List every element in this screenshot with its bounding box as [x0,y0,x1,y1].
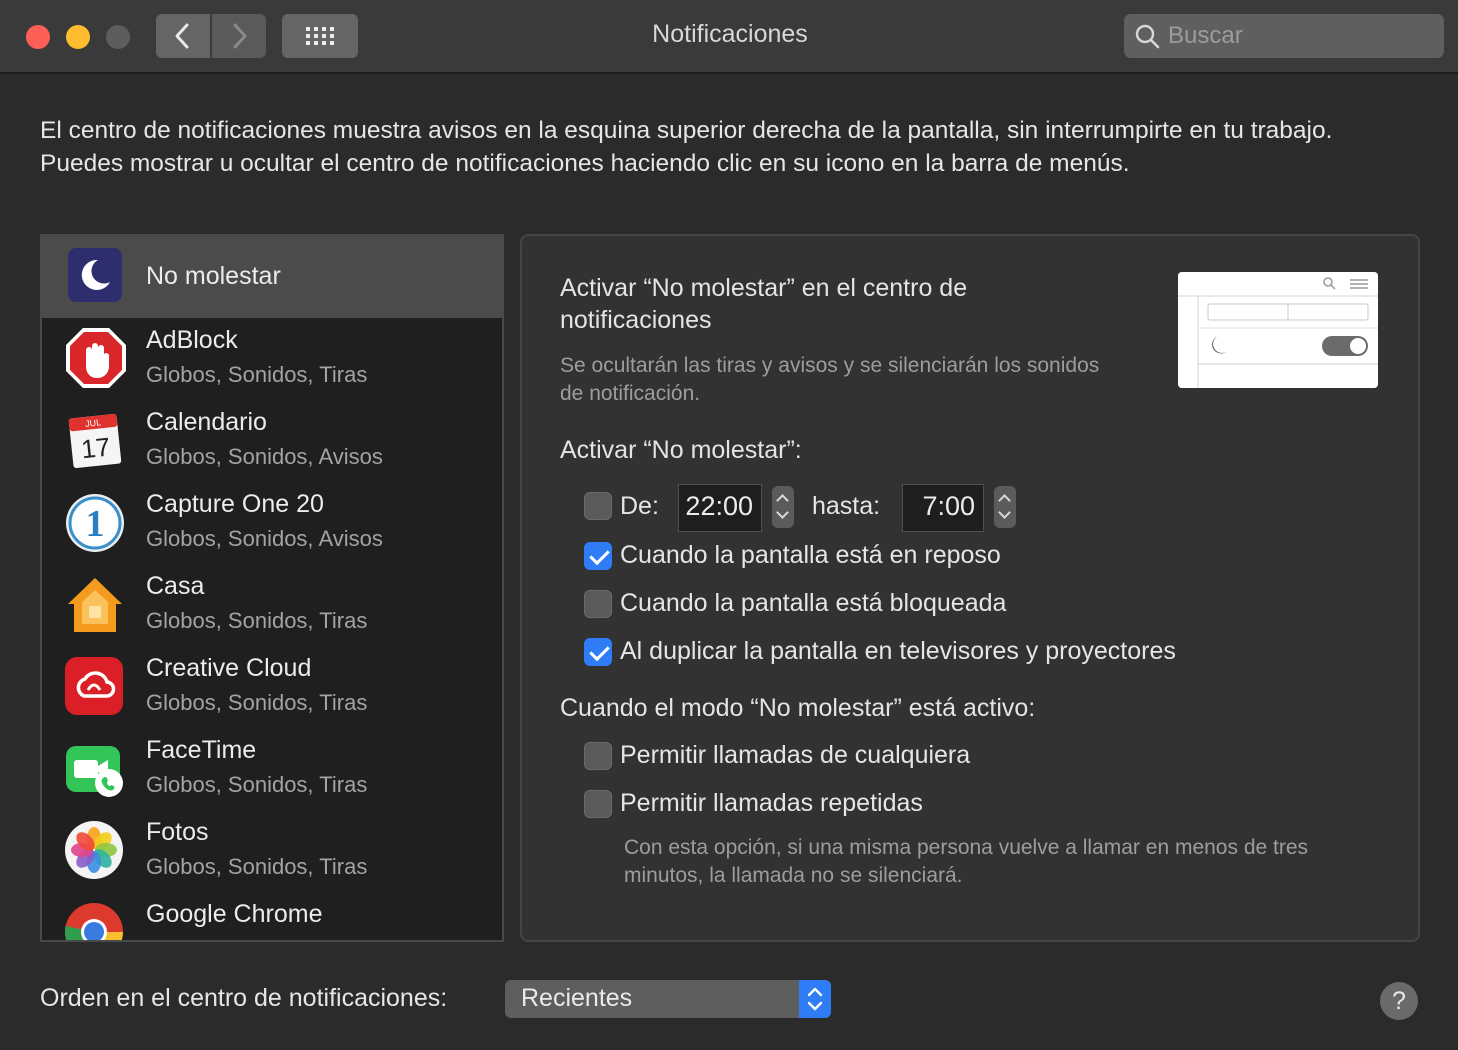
app-name: Google Chrome [146,900,323,928]
do-not-disturb-panel: Activar “No molestar” en el centro de no… [520,234,1420,942]
grid-icon [306,27,334,45]
app-alert-types: Globos, Sonidos, Tiras [146,608,368,633]
chevron-left-icon [175,23,189,49]
app-alert-types: Globos, Sonidos, Avisos [146,444,383,469]
active-mode-title: Cuando el modo “No molestar” está activo… [560,694,1036,722]
list-item-capture-one[interactable]: 1 Capture One 20 Globos, Sonidos, Avisos [42,482,502,564]
app-alert-types: Globos, Sonidos, Tiras [146,690,368,715]
capture-one-glyph: 1 [86,503,105,545]
list-item-casa[interactable]: Casa Globos, Sonidos, Tiras [42,564,502,646]
screen-locked-label: Cuando la pantalla está bloqueada [620,589,1007,617]
screen-sleep-label: Cuando la pantalla está en reposo [620,541,1001,569]
calendar-icon: JUL 17 [64,410,126,472]
list-item-no-molestar[interactable]: No molestar [42,236,502,318]
from-checkbox[interactable] [584,492,612,520]
app-name: Capture One 20 [146,490,324,518]
app-name: AdBlock [146,326,238,354]
search-field[interactable] [1124,14,1444,58]
window-title: Notificaciones [652,20,808,48]
repeated-calls-note: Con esta opción, si una misma persona vu… [624,836,1309,887]
from-time-field[interactable]: 22:00 [678,484,762,532]
order-select-value: Recientes [521,984,633,1012]
adblock-icon [64,326,126,388]
app-alert-types: Globos, Sonidos, Tiras [146,854,368,879]
mirroring-label: Al duplicar la pantalla en televisores y… [620,637,1176,665]
close-button[interactable] [26,25,50,49]
help-button[interactable]: ? [1380,982,1418,1020]
app-name: Fotos [146,818,209,846]
activate-dnd-title: Activar “No molestar” en el centro de no… [560,274,968,334]
notification-center-preview [1178,272,1378,388]
app-name: Calendario [146,408,267,436]
allow-repeated-calls-label: Permitir llamadas repetidas [620,789,923,817]
activate-dnd-note: Se ocultarán las tiras y avisos y se sil… [560,354,1100,405]
app-name: No molestar [146,262,281,290]
schedule-title: Activar “No molestar”: [560,436,802,464]
until-time-field[interactable]: 7:00 [902,484,984,532]
mirroring-checkbox[interactable] [584,638,612,666]
chevron-right-icon [233,23,247,49]
title-bar: Notificaciones [0,0,1458,74]
from-label: De: [620,492,659,520]
chrome-icon [64,902,126,940]
facetime-icon [64,738,126,800]
list-item-calendario[interactable]: JUL 17 Calendario Globos, Sonidos, Aviso… [42,400,502,482]
app-name: Casa [146,572,205,600]
allow-calls-everyone-label: Permitir llamadas de cualquiera [620,741,971,769]
screen-sleep-checkbox[interactable] [584,542,612,570]
show-all-button[interactable] [282,14,358,58]
updown-chevron-icon [799,980,831,1018]
order-select[interactable]: Recientes [505,980,831,1018]
list-item-adblock[interactable]: AdBlock Globos, Sonidos, Tiras [42,318,502,400]
calendar-day: 17 [80,432,112,465]
minimize-button[interactable] [66,25,90,49]
intro-text: El centro de notificaciones muestra avis… [40,117,1333,177]
list-item-fotos[interactable]: Fotos Globos, Sonidos, Tiras [42,810,502,892]
photos-icon [64,820,126,882]
forward-button[interactable] [212,14,266,58]
screen-locked-checkbox[interactable] [584,590,612,618]
until-time-stepper[interactable] [994,486,1016,528]
back-button[interactable] [156,14,210,58]
app-alert-types: Globos, Sonidos, Avisos [146,526,383,551]
capture-one-icon: 1 [64,492,126,554]
list-item-facetime[interactable]: FaceTime Globos, Sonidos, Tiras [42,728,502,810]
list-item-creative-cloud[interactable]: Creative Cloud Globos, Sonidos, Tiras [42,646,502,728]
search-input[interactable] [1168,22,1428,50]
moon-icon [68,248,122,302]
home-icon [64,574,126,636]
zoom-button[interactable] [106,25,130,49]
allow-repeated-calls-checkbox[interactable] [584,790,612,818]
search-icon [1135,24,1160,49]
app-alert-types: Globos, Sonidos, Tiras [146,362,368,387]
calendar-month: JUL [85,417,102,429]
app-name: Creative Cloud [146,654,312,682]
app-name: FaceTime [146,736,257,764]
order-label: Orden en el centro de notificaciones: [40,984,448,1012]
creative-cloud-icon [64,656,126,718]
app-alert-types: Globos, Sonidos, Tiras [146,772,368,797]
until-label: hasta: [812,492,881,520]
from-time-stepper[interactable] [772,486,794,528]
allow-calls-everyone-checkbox[interactable] [584,742,612,770]
list-item-google-chrome[interactable]: Google Chrome [42,892,502,940]
app-list[interactable]: No molestar AdBlock Globos, Sonidos, Tir… [40,234,504,942]
